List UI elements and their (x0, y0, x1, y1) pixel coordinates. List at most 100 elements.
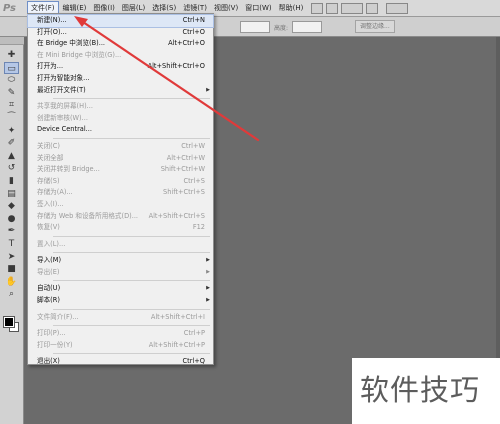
menu-item-label: 签入(I)... (37, 199, 64, 208)
menu-item-shortcut: F12 (192, 223, 205, 232)
history-brush-tool-icon[interactable]: ↺ (4, 162, 19, 174)
file-menu-item[interactable]: 导入(M) ▶ (28, 255, 213, 267)
menu-item-shortcut: Ctrl+P (183, 329, 205, 338)
submenu-arrow-icon: ▶ (206, 257, 210, 264)
file-menu-item: 共享我的屏幕(H)... (28, 101, 213, 113)
blur-tool-icon[interactable]: ◆ (4, 200, 19, 212)
file-menu-item: 打印(P)... Ctrl+P (28, 328, 213, 340)
type-tool-icon[interactable]: T (4, 238, 19, 250)
file-menu-item: 存储为 Web 和设备所用格式(D)... Alt+Shift+Ctrl+S (28, 211, 213, 223)
pen-tool-icon[interactable]: ✒ (4, 225, 19, 237)
mini-bridge-icon[interactable] (311, 2, 324, 14)
tools-panel-grip[interactable] (0, 37, 24, 45)
menu-item-shortcut: Shift+Ctrl+W (160, 165, 205, 174)
menu-item-label: 置入(L)... (37, 239, 66, 248)
file-menu-item: 关闭全部 Alt+Ctrl+W (28, 153, 213, 165)
menu-separator (53, 96, 210, 100)
move-tool-icon[interactable]: ✚ (4, 49, 19, 61)
menu-separator (53, 351, 210, 355)
menu-item-shortcut: Alt+Ctrl+O (168, 39, 205, 48)
file-menu-item[interactable]: 自动(U) ▶ (28, 283, 213, 295)
shape-tool-icon[interactable]: ■ (4, 263, 19, 275)
menu-item-label: Device Central... (37, 125, 92, 134)
hand-tool-icon[interactable]: ✋ (4, 276, 19, 288)
menu-item-shortcut: Alt+Shift+Ctrl+S (148, 211, 205, 220)
submenu-arrow-icon: ▶ (206, 285, 210, 292)
menu-item-label: 共享我的屏幕(H)... (37, 102, 93, 111)
menu-item[interactable]: 帮助(H) (276, 1, 307, 16)
path-select-tool-icon[interactable]: ➤ (4, 251, 19, 263)
menu-separator (53, 136, 210, 139)
menu-item-label: 存储为(A)... (37, 188, 73, 197)
file-menu-item: 签入(I)... (28, 199, 213, 211)
clone-stamp-tool-icon[interactable]: ▲ (4, 150, 19, 162)
file-menu-item[interactable]: 最近打开文件(T) ▶ (28, 85, 213, 97)
menu-item-label: 存储为 Web 和设备所用格式(D)... (37, 211, 139, 220)
file-menu-item: 打印一份(Y) Alt+Shift+Ctrl+P (28, 340, 213, 352)
menu-item-label: 打印一份(Y) (37, 340, 73, 349)
file-menu-item[interactable]: Device Central... (28, 124, 213, 136)
menu-separator (53, 323, 210, 327)
extras-icon[interactable] (326, 2, 339, 14)
menu-item-shortcut: Ctrl+S (183, 176, 205, 185)
menu-item-label: 打印(P)... (37, 329, 66, 338)
file-menu-item[interactable]: 打开为... Alt+Shift+Ctrl+O (28, 61, 213, 73)
brush-tool-icon[interactable]: ✐ (4, 137, 19, 149)
file-menu-dropdown: 新建(N)... Ctrl+N 打开(O)... Ctrl+O 在 Bridge 中浏览… (27, 13, 214, 365)
menu-item-label: 文件简介(F)... (37, 312, 79, 321)
submenu-arrow-icon: ▶ (206, 268, 210, 275)
menu-item-shortcut: Alt+Shift+Ctrl+P (148, 340, 205, 349)
zoom-dropdown-icon[interactable] (341, 2, 364, 14)
file-menu-item[interactable]: 退出(X) Ctrl+Q (28, 356, 213, 368)
dodge-tool-icon[interactable]: ● (4, 213, 19, 225)
menu-separator (53, 307, 210, 310)
file-menu-item[interactable]: 打开(O)... Ctrl+O (28, 27, 213, 39)
spot-healing-tool-icon[interactable]: ✦ (4, 125, 19, 137)
menu-item-label: 最近打开文件(T) (37, 85, 86, 94)
file-menu-item[interactable]: 新建(N)... Ctrl+N (27, 14, 214, 28)
lasso-tool-icon[interactable]: ⬭ (4, 74, 19, 86)
file-menu-item: 关闭并转到 Bridge... Shift+Ctrl+W (28, 164, 213, 176)
menu-item-shortcut: Ctrl+W (181, 141, 205, 150)
menu-item-shortcut: Alt+Ctrl+W (166, 153, 205, 162)
menu-item-shortcut: Alt+Shift+Ctrl+O (147, 62, 205, 71)
width-field[interactable] (240, 21, 270, 33)
tools-panel: ✚ ▭ ⬭ ✎ ⌗ ⁀ ✦ ✐ ▲ ↺ ▮ ▤ ◆ ● ✒ T ➤ ■ ✋ ⌕ (0, 37, 24, 424)
eyedropper-tool-icon[interactable]: ⁀ (4, 112, 19, 124)
file-menu-item: 关闭(C) Ctrl+W (28, 141, 213, 153)
menu-item-label: 新建(N)... (37, 16, 67, 24)
arrange-icon[interactable] (386, 2, 409, 14)
marquee-tool-icon[interactable]: ▭ (4, 61, 19, 74)
menu-item-shortcut: Ctrl+N (182, 16, 205, 24)
menu-item-label: 打开(O)... (37, 27, 67, 36)
menu-separator (53, 234, 210, 237)
gradient-tool-icon[interactable]: ▤ (4, 188, 19, 200)
menu-item-shortcut: Ctrl+O (182, 27, 205, 36)
refine-edge-button[interactable]: 调整边缘... (355, 20, 395, 33)
menu-item[interactable]: 窗口(W) (242, 1, 274, 16)
menu-item-label: 关闭(C) (37, 141, 60, 150)
file-menu-item: 导出(E) ▶ (28, 267, 213, 279)
eraser-tool-icon[interactable]: ▮ (4, 175, 19, 187)
submenu-arrow-icon: ▶ (206, 86, 210, 93)
file-menu-item[interactable]: 在 Bridge 中浏览(B)... Alt+Ctrl+O (28, 38, 213, 50)
menu-item-label: 创建新审核(W)... (37, 113, 88, 122)
menu-item-label: 自动(U) (37, 284, 61, 293)
height-field[interactable] (292, 21, 322, 33)
file-menu-item: 恢复(V) F12 (28, 222, 213, 234)
menu-item-label: 导入(M) (37, 256, 62, 265)
screen-mode-icon[interactable] (366, 2, 379, 14)
file-menu-item: 存储为(A)... Shift+Ctrl+S (28, 187, 213, 199)
quick-select-tool-icon[interactable]: ✎ (4, 87, 19, 99)
menu-item-label: 关闭全部 (37, 153, 64, 162)
file-menu-item[interactable]: 脚本(R) ▶ (28, 295, 213, 307)
menu-item[interactable]: 视图(V) (211, 1, 241, 16)
crop-tool-icon[interactable]: ⌗ (4, 99, 19, 111)
menu-item-label: 打开为... (37, 62, 64, 71)
zoom-tool-icon[interactable]: ⌕ (4, 288, 19, 300)
file-menu-item[interactable]: 打开为智能对象... (28, 73, 213, 85)
menu-item-label: 在 Bridge 中浏览(B)... (37, 39, 106, 48)
menu-item-label: 导出(E) (37, 267, 60, 276)
submenu-arrow-icon: ▶ (206, 297, 210, 304)
foreground-color-swatch[interactable] (3, 316, 15, 328)
